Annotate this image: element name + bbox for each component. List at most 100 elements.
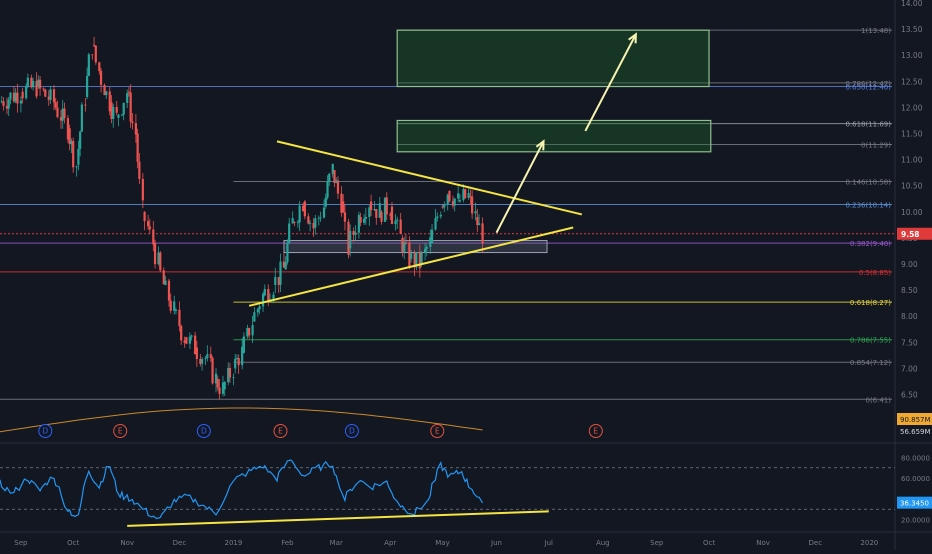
candle-body <box>200 359 204 364</box>
candle-body <box>204 358 207 360</box>
target-box-lower <box>396 119 712 153</box>
candle-body <box>434 218 437 230</box>
fib-level-label: 0.5(8.85) <box>859 269 891 277</box>
price-tick-label: 13.00 <box>901 51 923 60</box>
candle-body <box>481 223 484 244</box>
candle-body <box>242 336 245 353</box>
candle-body <box>164 280 167 285</box>
candle-body <box>98 62 101 72</box>
candle-body <box>153 243 157 265</box>
candle-body <box>232 377 235 379</box>
candle-body <box>143 211 146 222</box>
price-tick-label: 11.50 <box>901 130 923 139</box>
candle-body <box>105 91 108 96</box>
candle-body <box>159 252 162 271</box>
candle-body <box>369 201 373 211</box>
candle-body <box>173 301 176 311</box>
candle-body <box>138 161 141 179</box>
price-tick-label: 10.50 <box>901 182 923 191</box>
candle-body <box>44 89 47 97</box>
candle-body <box>307 216 310 224</box>
fib-level-label: 0.854(7.12) <box>850 359 891 367</box>
candle-body <box>467 192 470 198</box>
candle-body <box>404 242 408 244</box>
candle-body <box>336 180 340 194</box>
fib-level-label: 0.236(10.14) <box>845 202 891 210</box>
candle-body <box>349 231 352 249</box>
candle-body <box>77 148 80 165</box>
fib-level-label: 0.650(12.40) <box>845 84 891 92</box>
candle-body <box>146 221 150 227</box>
candle-body <box>56 107 59 118</box>
candle-body <box>314 218 317 228</box>
candle-body <box>7 99 10 109</box>
candle-body <box>112 107 115 119</box>
volume-label-b: 56.659M <box>900 428 931 436</box>
candle-body <box>49 89 52 100</box>
candle-body <box>324 197 327 207</box>
rsi-tick-label: 20.0000 <box>901 517 930 525</box>
candle-body <box>117 114 120 118</box>
candle-body <box>223 382 226 390</box>
candle-body <box>218 387 221 394</box>
candle-body <box>343 212 347 222</box>
candle-body <box>420 252 423 265</box>
candle-body <box>410 253 413 259</box>
candle-body <box>436 216 439 219</box>
candle-body <box>134 123 137 135</box>
fib-level-label: 0(11.29) <box>861 141 891 149</box>
last-price-label: 9.58 <box>901 230 920 239</box>
candle-body <box>190 335 193 337</box>
candle-body <box>308 223 312 224</box>
fib-level-label: 0.382(9.40) <box>850 240 891 248</box>
candle-body <box>127 91 131 93</box>
target-box-upper <box>396 29 710 88</box>
rsi-current-label: 36.3450 <box>900 500 929 508</box>
candle-body <box>425 246 428 249</box>
candle-body <box>326 181 329 198</box>
candle-body <box>122 102 125 115</box>
candle-body <box>272 294 275 300</box>
x-tick-label: Apr <box>384 539 396 547</box>
candle-body <box>209 354 212 358</box>
candle-body <box>169 300 172 311</box>
fib-level-label: 0(6.41) <box>865 396 891 404</box>
candle-body <box>464 189 467 198</box>
candle-body <box>120 114 124 116</box>
candle-body <box>19 100 23 104</box>
candle-body <box>439 214 442 217</box>
candle-body <box>253 312 256 322</box>
candle-body <box>390 206 394 225</box>
price-tick-label: 7.00 <box>901 364 918 373</box>
candle-body <box>477 223 481 226</box>
candle-body <box>303 201 306 217</box>
candle-body <box>42 88 45 90</box>
price-tick-label: 13.50 <box>901 25 923 34</box>
candle-body <box>80 104 83 132</box>
candle-body <box>63 108 66 119</box>
candle-body <box>443 203 446 208</box>
stock-chart[interactable]: 1(13.48)0.786(12.47)0.650(12.40)0.618(11… <box>0 0 932 550</box>
x-tick-label: Dec <box>173 539 187 547</box>
candle-body <box>248 328 251 336</box>
event-letter: E <box>118 427 123 436</box>
rsi-tick-label: 80.0000 <box>901 454 930 462</box>
candle-body <box>99 70 103 86</box>
x-tick-label: Oct <box>67 539 79 547</box>
candle-body <box>293 222 296 224</box>
candle-body <box>92 44 96 46</box>
fib-level-label: 0.146(10.58) <box>845 179 891 187</box>
x-tick-label: Sep <box>650 539 664 547</box>
x-tick-label: 2019 <box>225 539 243 547</box>
event-letter: D <box>42 427 48 436</box>
candle-body <box>195 347 198 359</box>
candle-body <box>385 197 388 215</box>
candle-body <box>342 201 345 213</box>
price-tick-label: 7.50 <box>901 338 918 347</box>
candle-body <box>328 173 331 182</box>
candle-body <box>84 104 87 106</box>
candle-body <box>430 229 434 244</box>
candle-body <box>9 92 12 100</box>
fib-level-label: 0.618(11.69) <box>845 121 891 129</box>
x-tick-label: Dec <box>809 539 823 547</box>
